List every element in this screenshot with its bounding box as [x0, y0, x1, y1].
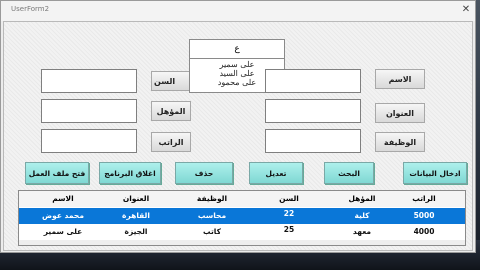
qualification-field[interactable] — [41, 99, 137, 123]
address-field[interactable] — [265, 99, 361, 123]
grid-scrollbar[interactable] — [19, 240, 465, 245]
close-icon[interactable]: ✕ — [459, 3, 473, 17]
age-label: السن — [151, 71, 191, 91]
cell-job: كاتب — [203, 227, 221, 236]
search-button[interactable]: البحث — [324, 162, 374, 184]
list-item[interactable]: على سمير — [190, 60, 284, 69]
cell-age: 25 — [283, 225, 295, 234]
search-query[interactable]: ع — [190, 40, 284, 59]
job-label: الوظيفة — [375, 132, 425, 152]
cell-qualification: معهد — [352, 227, 372, 236]
cell-job: محاسب — [197, 211, 227, 220]
header-age: السن — [279, 194, 299, 203]
enter-data-button[interactable]: ادخال البيانات — [403, 162, 467, 184]
cell-qualification: كلية — [354, 211, 370, 220]
cell-address: الجيزة — [124, 227, 148, 236]
title-bar: UserForm2 ✕ — [1, 1, 475, 21]
age-field[interactable] — [41, 69, 137, 93]
cell-age: 22 — [283, 209, 295, 218]
open-file-button[interactable]: فتح ملف العمل — [25, 162, 89, 184]
cell-salary: 4000 — [413, 227, 435, 236]
cell-address: القاهرة — [122, 211, 150, 220]
edit-button[interactable]: تعديل — [249, 162, 303, 184]
close-program-button[interactable]: اغلاق البرنامج — [99, 162, 161, 184]
header-salary: الراتب — [412, 194, 436, 203]
address-label: العنوان — [375, 103, 425, 123]
data-grid[interactable]: الراتب المؤهل السن الوظيفة العنوان الاسم… — [18, 190, 466, 246]
salary-field[interactable] — [41, 129, 137, 153]
userform-window: UserForm2 ✕ السن المؤهل الراتب ع على سمي… — [0, 0, 476, 253]
name-label: الاسم — [375, 69, 425, 89]
name-field[interactable] — [265, 69, 361, 93]
header-name: الاسم — [52, 194, 74, 203]
job-field[interactable] — [265, 129, 361, 153]
cell-salary: 5000 — [413, 211, 435, 220]
cell-name: محمد عوض — [42, 211, 84, 220]
cell-name: على سمير — [43, 227, 83, 236]
qualification-label: المؤهل — [151, 101, 191, 121]
header-job: الوظيفة — [196, 194, 228, 203]
header-address: العنوان — [122, 194, 150, 203]
table-row[interactable]: 4000 معهد 25 كاتب الجيزة على سمير — [19, 224, 465, 240]
header-qualification: المؤهل — [348, 194, 376, 203]
grid-header: الراتب المؤهل السن الوظيفة العنوان الاسم — [19, 191, 465, 207]
delete-button[interactable]: حذف — [175, 162, 233, 184]
table-row[interactable]: 5000 كلية 22 محاسب القاهرة محمد عوض — [19, 208, 465, 224]
window-title: UserForm2 — [11, 5, 50, 13]
salary-label: الراتب — [151, 132, 191, 152]
